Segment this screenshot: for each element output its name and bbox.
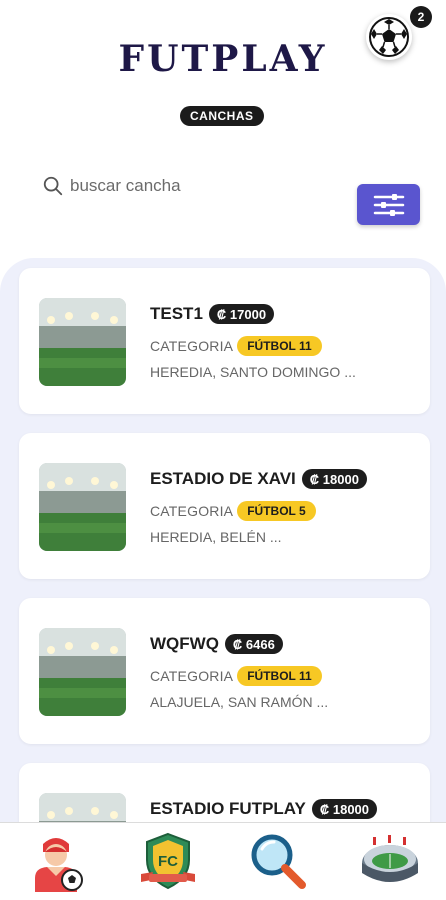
notification-badge: 2 (410, 6, 432, 28)
nav-search[interactable] (246, 829, 310, 893)
filter-button[interactable] (357, 184, 420, 225)
field-card[interactable]: WQFWQ ₡ 6466 CATEGORIA FÚTBOL 11 ALAJUEL… (19, 598, 430, 744)
category-badge: FÚTBOL 5 (237, 501, 316, 521)
bottom-navigation: FC (0, 822, 446, 900)
field-name: WQFWQ (150, 634, 219, 653)
category-badge: FÚTBOL 11 (237, 666, 322, 686)
category-label: CATEGORIA (150, 668, 234, 684)
field-card[interactable]: ESTADIO DE XAVI ₡ 18000 CATEGORIA FÚTBOL… (19, 433, 430, 579)
field-card[interactable]: TEST1 ₡ 17000 CATEGORIA FÚTBOL 11 HEREDI… (19, 268, 430, 414)
app-header: FUTPLAY 2 CANCHAS (0, 0, 446, 140)
price-badge: ₡ 18000 (301, 469, 367, 489)
magnifier-icon (251, 834, 306, 889)
price-badge: ₡ 18000 (311, 799, 378, 819)
sliders-icon (373, 193, 404, 216)
fields-list[interactable]: TEST1 ₡ 17000 CATEGORIA FÚTBOL 11 HEREDI… (0, 258, 446, 838)
player-profile-icon (35, 838, 83, 892)
nav-profile[interactable] (24, 829, 88, 893)
category-label: CATEGORIA (150, 503, 234, 519)
category-label: CATEGORIA (150, 338, 234, 354)
category-badge: FÚTBOL 11 (237, 336, 322, 356)
field-location: HEREDIA, BELÉN ... (150, 529, 282, 545)
stadium-thumbnail (39, 628, 126, 716)
stadium-thumbnail (39, 463, 126, 551)
soccer-ball-icon (369, 17, 409, 57)
nav-stadiums[interactable] (358, 829, 422, 893)
nav-clubs[interactable]: FC (136, 829, 200, 893)
search-icon (43, 176, 63, 196)
price-badge: ₡ 17000 (208, 304, 275, 324)
field-name: TEST1 (150, 304, 203, 323)
price-badge: ₡ 6466 (224, 634, 283, 654)
field-location: ALAJUELA, SAN RAMÓN ... (150, 694, 329, 710)
section-label: CANCHAS (180, 106, 264, 126)
stadium-icon (362, 835, 418, 882)
fc-shield-icon: FC (141, 832, 195, 890)
search-input[interactable] (70, 176, 290, 196)
field-location: HEREDIA, SANTO DOMINGO ... (150, 364, 356, 380)
fc-shield-text: FC (158, 853, 178, 870)
field-name: ESTADIO DE XAVI (150, 469, 296, 488)
field-name: ESTADIO FUTPLAY (150, 799, 306, 818)
soccer-ball-button[interactable] (366, 14, 412, 60)
stadium-thumbnail (39, 298, 126, 386)
search-bar[interactable] (42, 172, 302, 200)
